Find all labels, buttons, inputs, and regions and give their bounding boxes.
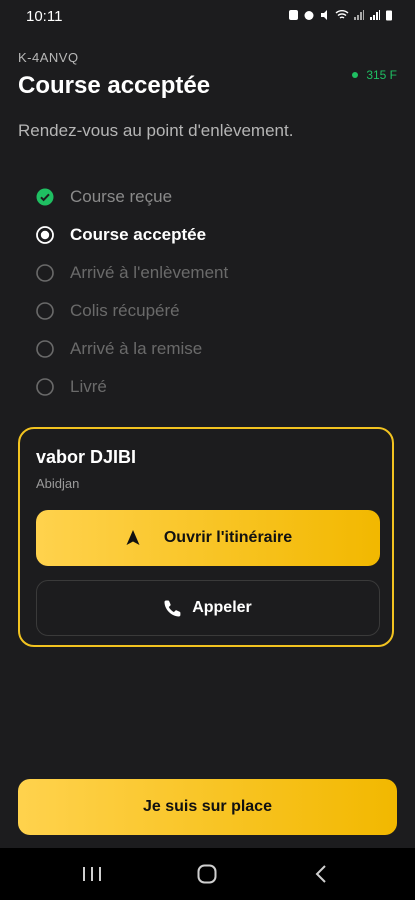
home-icon[interactable] xyxy=(194,862,220,886)
battery-saver-icon xyxy=(289,10,298,20)
on-site-button[interactable]: Je suis sur place xyxy=(18,779,397,835)
order-reference: K-4ANVQ xyxy=(18,50,79,65)
alarm-icon xyxy=(304,11,314,20)
radio-empty-icon xyxy=(36,302,54,320)
step-arrive-enlevement: Arrivé à l'enlèvement xyxy=(36,254,228,292)
progress-steps: Course reçue Course acceptée Arrivé à l'… xyxy=(36,178,228,406)
radio-empty-icon xyxy=(36,378,54,396)
step-course-recue: Course reçue xyxy=(36,178,228,216)
radio-selected-icon xyxy=(36,226,54,244)
wifi-icon xyxy=(335,10,349,19)
open-route-label: Ouvrir l'itinéraire xyxy=(163,529,293,546)
balance-amount: 315 F xyxy=(366,68,397,82)
system-nav-bar xyxy=(0,848,415,900)
step-label: Course acceptée xyxy=(70,225,207,244)
back-icon[interactable] xyxy=(309,862,335,886)
phone-icon xyxy=(164,600,181,617)
status-bar: 10:11 xyxy=(0,0,415,32)
radio-empty-icon xyxy=(36,340,54,358)
mute-icon xyxy=(321,10,327,20)
contact-city: Abidjan xyxy=(36,476,80,491)
step-livre: Livré xyxy=(36,368,228,406)
step-label: Arrivé à la remise xyxy=(70,339,203,358)
step-colis-recupere: Colis récupéré xyxy=(36,292,228,330)
contact-name: vabor DJIBI xyxy=(36,447,137,467)
page-subtitle: Rendez-vous au point d'enlèvement. xyxy=(18,121,294,140)
call-button[interactable]: Appeler xyxy=(36,580,380,636)
step-label: Colis récupéré xyxy=(70,301,180,320)
contact-card: vabor DJIBI Abidjan Ouvrir l'itinéraire … xyxy=(18,427,394,647)
open-route-button[interactable]: Ouvrir l'itinéraire xyxy=(36,510,380,566)
status-time: 10:11 xyxy=(26,8,63,25)
step-label: Course reçue xyxy=(70,187,173,206)
recent-apps-icon[interactable] xyxy=(79,862,105,886)
check-circle-icon xyxy=(36,188,54,206)
signal-icon xyxy=(370,10,380,20)
radio-empty-icon xyxy=(36,264,54,282)
on-site-label: Je suis sur place xyxy=(143,798,272,815)
page-title: Course acceptée xyxy=(18,72,211,99)
battery-icon xyxy=(386,10,392,21)
status-icons xyxy=(288,9,393,21)
step-course-acceptee: Course acceptée xyxy=(36,216,228,254)
online-dot-icon xyxy=(352,72,359,78)
signal-icon xyxy=(354,10,364,20)
balance-badge: 315 F xyxy=(352,68,397,82)
navigation-arrow-icon xyxy=(126,530,140,545)
step-label: Livré xyxy=(70,377,107,396)
call-label: Appeler xyxy=(192,599,252,616)
step-arrive-remise: Arrivé à la remise xyxy=(36,330,228,368)
step-label: Arrivé à l'enlèvement xyxy=(70,263,229,282)
